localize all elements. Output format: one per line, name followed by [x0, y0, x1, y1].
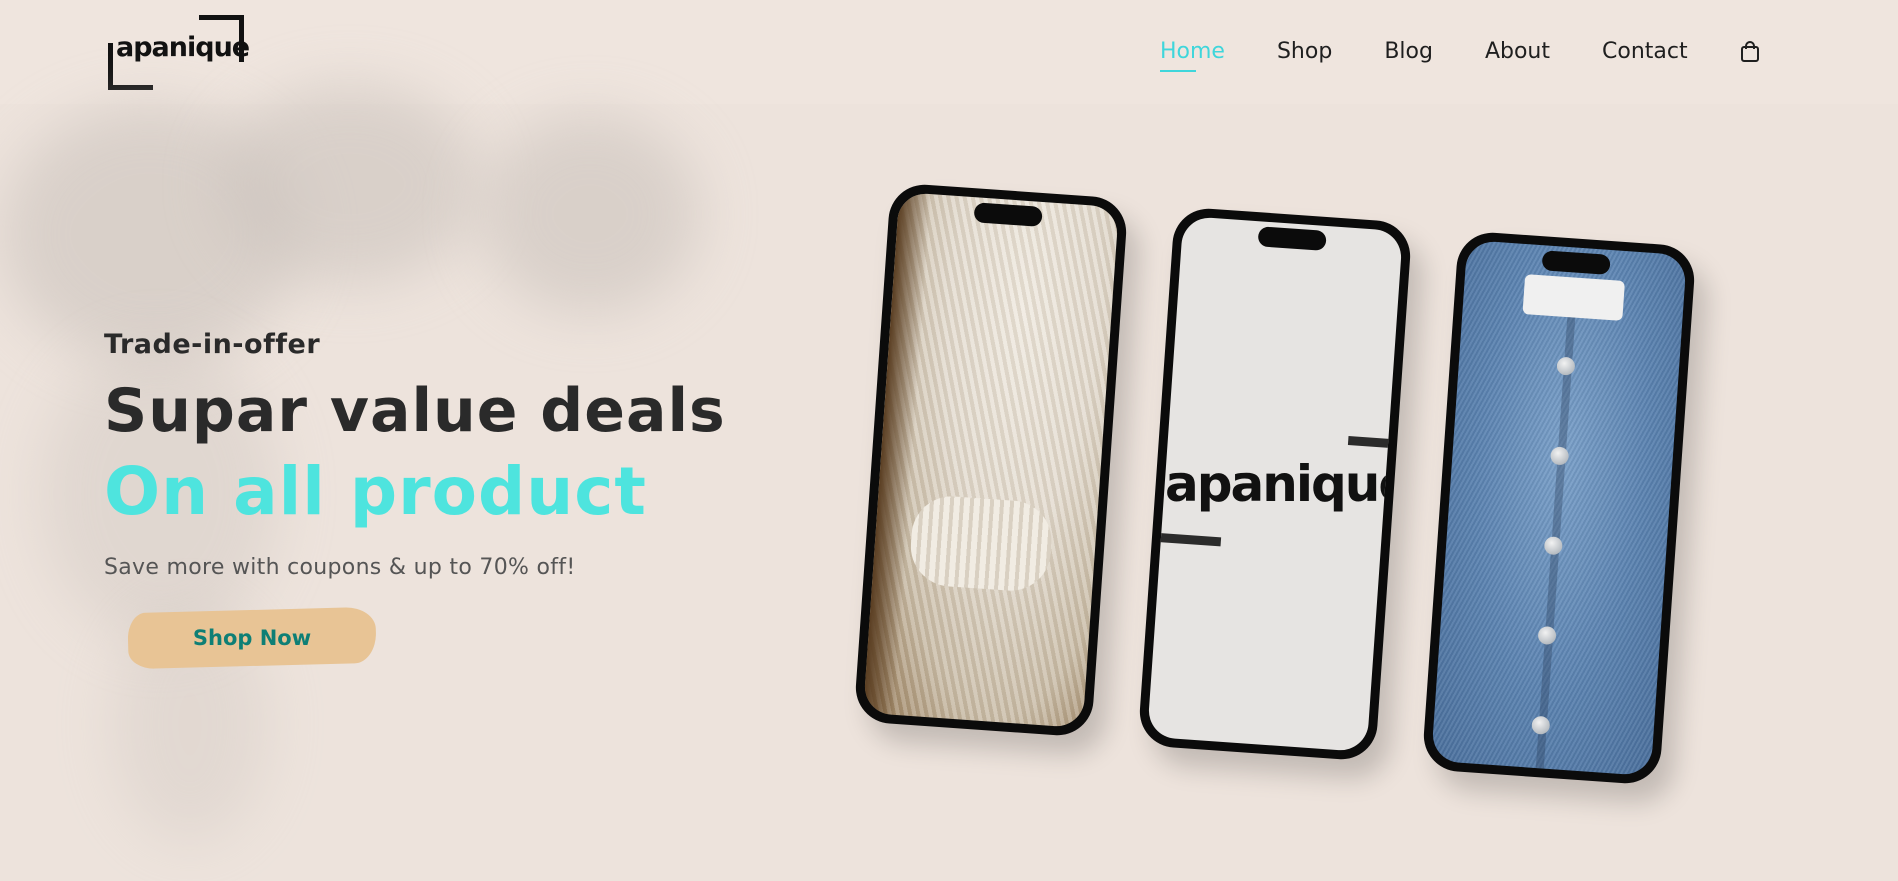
background-blur	[480, 114, 700, 314]
nav-link-home[interactable]: Home	[1160, 39, 1225, 72]
nav-link-about[interactable]: About	[1485, 39, 1550, 64]
site-header: apanique Home Shop Blog About Contact	[0, 0, 1898, 104]
hero-headline-highlight: On all product	[104, 453, 647, 530]
shop-now-button[interactable]: Shop Now	[128, 610, 376, 666]
nav-link-contact[interactable]: Contact	[1602, 39, 1688, 64]
logo-text: apanique	[116, 32, 250, 63]
shopping-bag-icon[interactable]	[1740, 41, 1760, 63]
brand-bar	[1150, 532, 1222, 547]
background-blur	[220, 84, 480, 284]
logo[interactable]: apanique	[108, 15, 250, 90]
phone-mockup-sweater	[853, 182, 1129, 738]
nav-link-blog[interactable]: Blog	[1384, 39, 1433, 64]
phone-mockup-brand: apanique	[1137, 206, 1413, 762]
hero-subtext: Save more with coupons & up to 70% off!	[104, 555, 576, 580]
hero-eyebrow: Trade-in-offer	[104, 329, 321, 360]
sweater-cuff	[908, 493, 1055, 594]
main-nav: Home Shop Blog About Contact	[1160, 36, 1760, 72]
brand-bar	[1347, 436, 1403, 450]
sweater-image	[863, 191, 1119, 729]
brand-screen: apanique	[1147, 215, 1403, 753]
phone-mockup-denim	[1421, 230, 1697, 786]
hero-headline: Supar value deals	[104, 376, 726, 446]
denim-jacket-image	[1431, 239, 1687, 777]
nav-link-shop[interactable]: Shop	[1277, 39, 1332, 64]
jacket-collar	[1522, 274, 1625, 321]
brand-screen-logo: apanique	[1165, 455, 1403, 513]
